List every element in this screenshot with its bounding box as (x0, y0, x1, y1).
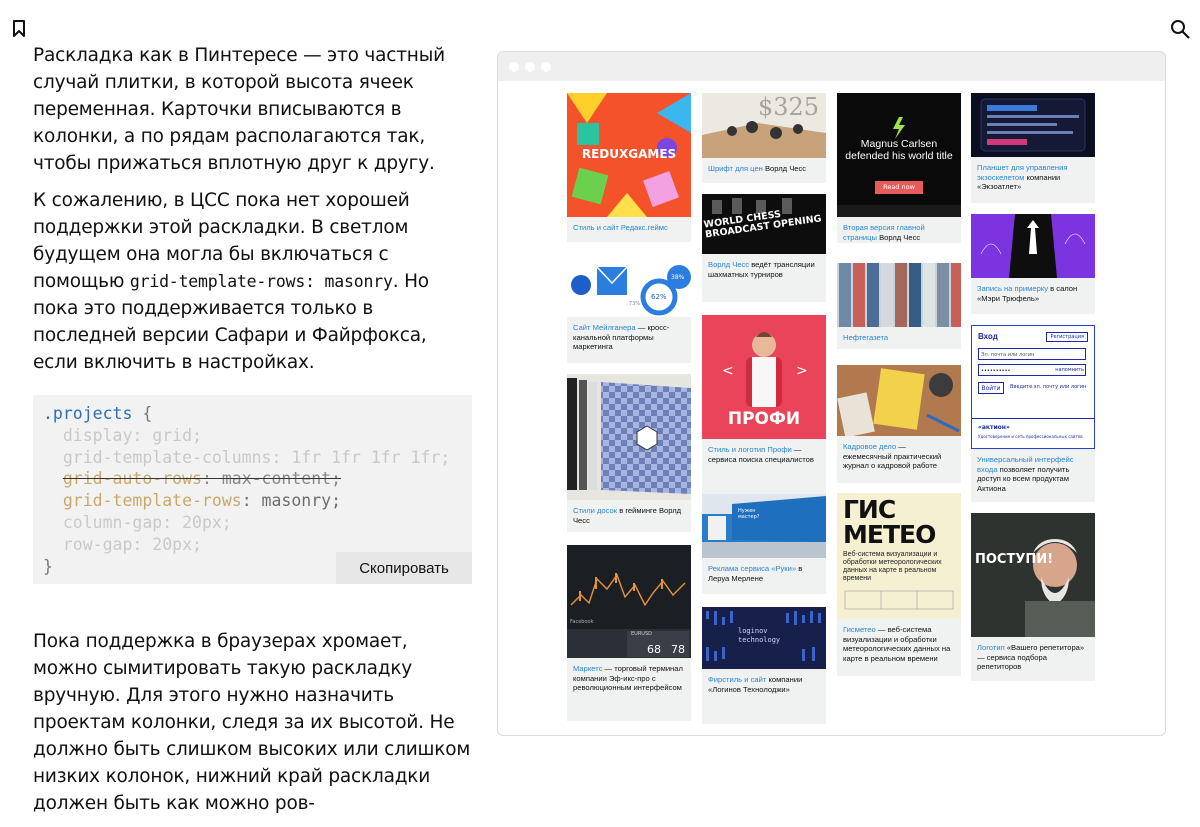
article-text: Раскладка как в Пинтересе — это частный … (33, 42, 473, 386)
card-image (837, 365, 961, 436)
card-image (971, 93, 1095, 157)
card-image: ПОСТУПИ! (971, 513, 1095, 637)
svg-text:<: < (722, 363, 734, 379)
read-now-button: Read now (875, 181, 923, 194)
card-link[interactable]: Стиль и сайт Редакс.геймс (573, 223, 668, 232)
card-link[interactable]: Маркетс (573, 664, 602, 673)
card-link[interactable]: Гисметео (843, 625, 876, 634)
project-card-reduxgames[interactable]: REDUXGAMES Стиль и сайт Редакс.геймс (567, 93, 691, 242)
card-image: loginov technology (702, 607, 826, 669)
code-selector: .projects (43, 404, 133, 423)
card-image: Вход Регистрация Эл. почта или логин •••… (971, 325, 1095, 449)
project-card-vash-repetitor[interactable]: ПОСТУПИ! Логотип «Вашего репетитора» — с… (971, 513, 1095, 681)
bookmark-icon[interactable] (12, 20, 26, 38)
svg-text:>: > (796, 363, 808, 379)
search-icon[interactable] (1169, 18, 1191, 40)
code-line: display: grid; (43, 425, 202, 445)
card-image: Magnus Carlsen defended his world title … (837, 93, 961, 217)
card-image-text: REDUXGAMES (581, 147, 677, 161)
code-block: .projects { display: grid; grid-template… (33, 395, 472, 584)
card-link[interactable]: Ворлд Чесс (708, 260, 749, 269)
card-link[interactable]: Кадровое дело (843, 442, 896, 451)
code-line: column-gap: 20px; (43, 512, 232, 532)
card-link[interactable]: Логотип (977, 643, 1005, 652)
paragraph-3: Пока поддержка в браузерах хромает, можн… (33, 631, 471, 814)
inline-code: grid-template-rows: masonry (129, 272, 393, 291)
browser-window: REDUXGAMES Стиль и сайт Редакс.геймс 62%… (497, 51, 1166, 736)
card-link[interactable]: Нефтегазета (843, 333, 888, 342)
project-card-kadrovoe-delo[interactable]: Кадровое дело — ежемесячный практический… (837, 365, 961, 483)
card-link[interactable]: Сайт Мейлганера (573, 323, 636, 332)
code-line: grid-template-columns: 1fr 1fr 1fr 1fr; (43, 447, 451, 467)
project-card-loginov[interactable]: loginov technology Фирстиль и сайт компа… (702, 607, 826, 724)
browser-toolbar (498, 52, 1165, 81)
project-card-neftegazeta[interactable]: Нефтегазета (837, 263, 961, 349)
card-link[interactable]: Стиль и логотип Профи (708, 445, 792, 454)
project-card-mailganer[interactable]: 62% 38% 73% Сайт Мейлганера — кросс-кана… (567, 253, 691, 363)
card-link[interactable]: Шрифт для цен (708, 164, 763, 173)
card-image (837, 263, 961, 327)
card-image: ГИС МЕТЕО Веб-система визуализации и обр… (837, 493, 961, 619)
card-image: WORLD CHESS BROADCAST OPENING (702, 194, 826, 254)
card-image (567, 374, 691, 500)
window-dot (541, 62, 551, 72)
paragraph-2: К сожалению, в ЦСС пока нет хорошей подд… (33, 190, 429, 373)
card-image: < > ПРОФИ (702, 315, 826, 439)
window-dot (509, 62, 519, 72)
project-card-worldchess-main[interactable]: Magnus Carlsen defended his world title … (837, 93, 961, 243)
window-dot (525, 62, 535, 72)
project-card-ruki[interactable]: Нужен мастер? Реклама сервиса «Руки» в Л… (702, 494, 826, 594)
copy-button[interactable]: Скопировать (336, 552, 472, 584)
card-image (971, 214, 1095, 278)
project-card-exoatlet[interactable]: Планшет для управления экзоскелетом комп… (971, 93, 1095, 203)
code-line-highlight: grid-template-rows: masonry; (62, 491, 342, 511)
card-link[interactable]: Реклама сервиса «Руки» (708, 564, 796, 573)
project-card-aktion-login[interactable]: Вход Регистрация Эл. почта или логин •••… (971, 325, 1095, 502)
card-link[interactable]: Фирстиль и сайт (708, 675, 766, 684)
project-card-price-font[interactable]: $325 Шрифт для цен Ворлд Чесс (702, 93, 826, 183)
project-card-chess-broadcast[interactable]: WORLD CHESS BROADCAST OPENING Ворлд Чесс… (702, 194, 826, 302)
project-card-chessboards[interactable]: Стили досок в гейминге Ворлд Чесс (567, 374, 691, 532)
card-image: 62% 38% 73% (567, 253, 691, 317)
card-image: REDUXGAMES (567, 93, 691, 217)
project-card-markets[interactable]: Facebook EURUSD 68 78 Маркетс — торговый… (567, 545, 691, 721)
card-link[interactable]: Стили досок (573, 506, 617, 515)
article-text-2: Пока поддержка в браузерах хромает, можн… (33, 628, 473, 827)
code-line: row-gap: 20px; (43, 534, 202, 554)
project-card-gismeteo[interactable]: ГИС МЕТЕО Веб-система визуализации и обр… (837, 493, 961, 676)
project-card-mary-truffle[interactable]: Запись на примерку в салон «Мэри Трюфель… (971, 214, 1095, 314)
paragraph-1: Раскладка как в Пинтересе — это частный … (33, 45, 445, 174)
card-image: $325 (702, 93, 826, 158)
card-image: Нужен мастер? (702, 494, 826, 558)
code-line-struck: grid-auto-rows: max-content; (62, 469, 342, 489)
card-link[interactable]: Запись на примерку (977, 284, 1048, 293)
card-image: Facebook EURUSD 68 78 (567, 545, 691, 658)
